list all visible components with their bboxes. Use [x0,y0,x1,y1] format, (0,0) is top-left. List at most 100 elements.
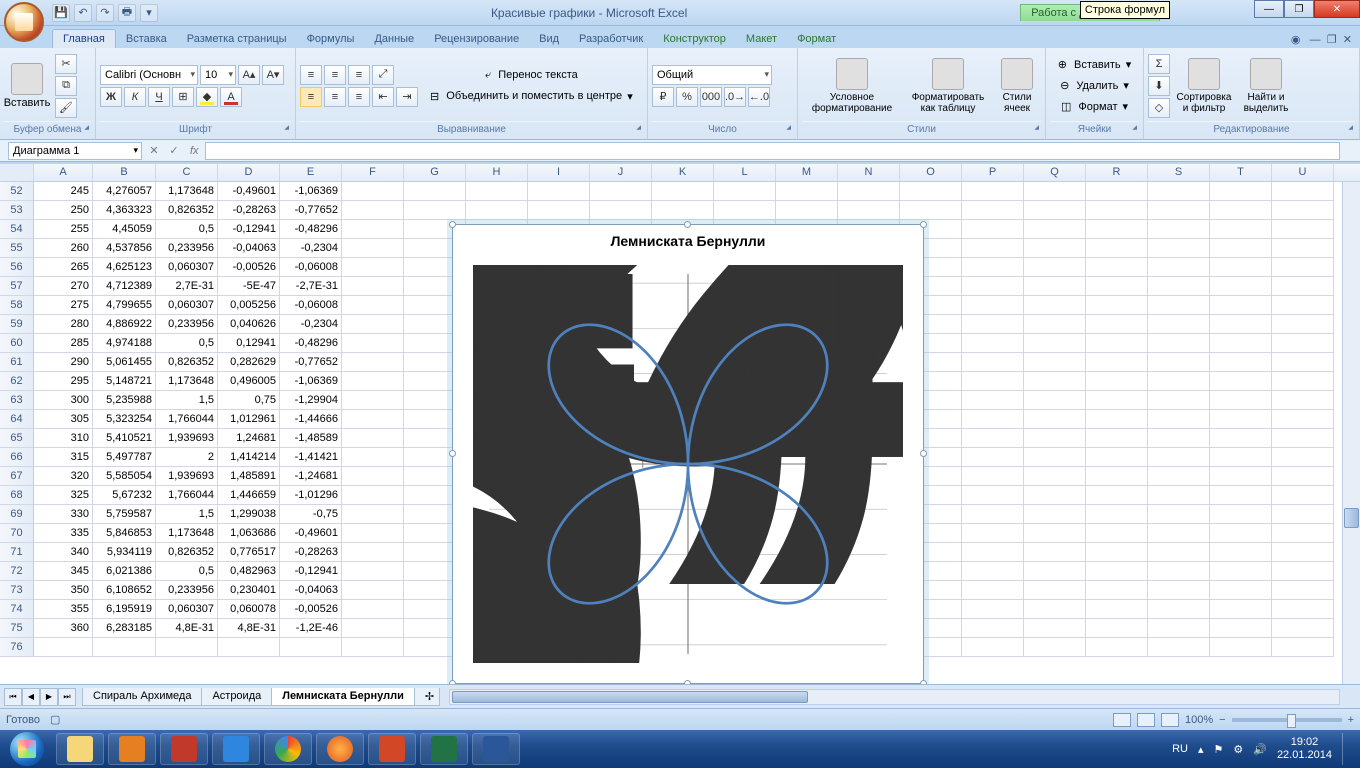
decrease-font-icon[interactable]: A▾ [262,65,284,85]
cell-C73[interactable]: 0,233956 [156,581,218,600]
cell-Q56[interactable] [1024,258,1086,277]
cell-E65[interactable]: -1,48589 [280,429,342,448]
cell-S57[interactable] [1148,277,1210,296]
cell-B67[interactable]: 5,585054 [93,467,156,486]
cell-C61[interactable]: 0,826352 [156,353,218,372]
align-bottom-icon[interactable]: ≡ [348,65,370,85]
cell-T67[interactable] [1210,467,1272,486]
cell-F71[interactable] [342,543,404,562]
qat-more-icon[interactable]: ▾ [140,4,158,22]
cell-P72[interactable] [962,562,1024,581]
zoom-slider[interactable] [1232,718,1342,722]
cell-F66[interactable] [342,448,404,467]
cell-F75[interactable] [342,619,404,638]
col-header-R[interactable]: R [1086,164,1148,181]
cell-C65[interactable]: 1,939693 [156,429,218,448]
cell-C55[interactable]: 0,233956 [156,239,218,258]
cell-R68[interactable] [1086,486,1148,505]
cell-E60[interactable]: -0,48296 [280,334,342,353]
cell-F57[interactable] [342,277,404,296]
vertical-scrollbar[interactable] [1342,182,1360,684]
tray-show-hidden-icon[interactable]: ▴ [1198,743,1204,756]
row-header-73[interactable]: 73 [0,581,34,600]
cell-P74[interactable] [962,600,1024,619]
col-header-U[interactable]: U [1272,164,1334,181]
cell-P65[interactable] [962,429,1024,448]
currency-icon[interactable]: ₽ [652,87,674,107]
cell-A53[interactable]: 250 [34,201,93,220]
cell-F74[interactable] [342,600,404,619]
cell-P55[interactable] [962,239,1024,258]
close-button[interactable]: ✕ [1314,0,1360,18]
cell-A70[interactable]: 335 [34,524,93,543]
row-header-72[interactable]: 72 [0,562,34,581]
cell-C69[interactable]: 1,5 [156,505,218,524]
cell-U68[interactable] [1272,486,1334,505]
cell-R76[interactable] [1086,638,1148,657]
row-header-56[interactable]: 56 [0,258,34,277]
cell-T73[interactable] [1210,581,1272,600]
cell-S69[interactable] [1148,505,1210,524]
cell-B60[interactable]: 4,974188 [93,334,156,353]
col-header-B[interactable]: B [93,164,156,181]
view-page-layout-icon[interactable] [1137,713,1155,727]
cell-S76[interactable] [1148,638,1210,657]
cell-S61[interactable] [1148,353,1210,372]
cell-E76[interactable] [280,638,342,657]
col-header-H[interactable]: H [466,164,528,181]
cell-F65[interactable] [342,429,404,448]
tab-developer[interactable]: Разработчик [569,30,653,48]
cell-U61[interactable] [1272,353,1334,372]
cell-U69[interactable] [1272,505,1334,524]
row-header-55[interactable]: 55 [0,239,34,258]
cell-T72[interactable] [1210,562,1272,581]
cell-D76[interactable] [218,638,280,657]
chart-plot-area[interactable]: -2-1,5 -1-0,5 0 0,51 1,52 2 21,510,5 -0,… [473,265,903,663]
tab-data[interactable]: Данные [364,30,424,48]
cell-A65[interactable]: 310 [34,429,93,448]
cell-P54[interactable] [962,220,1024,239]
cell-C67[interactable]: 1,939693 [156,467,218,486]
macro-record-icon[interactable]: ▢ [50,713,60,726]
cell-C58[interactable]: 0,060307 [156,296,218,315]
cell-C60[interactable]: 0,5 [156,334,218,353]
cell-E66[interactable]: -1,41421 [280,448,342,467]
cell-S65[interactable] [1148,429,1210,448]
tab-formulas[interactable]: Формулы [297,30,365,48]
cell-K53[interactable] [652,201,714,220]
zoom-in-icon[interactable]: + [1348,714,1354,726]
tab-review[interactable]: Рецензирование [424,30,529,48]
row-header-71[interactable]: 71 [0,543,34,562]
cell-A57[interactable]: 270 [34,277,93,296]
cell-D53[interactable]: -0,28263 [218,201,280,220]
cell-E63[interactable]: -1,29904 [280,391,342,410]
cell-P59[interactable] [962,315,1024,334]
cell-C70[interactable]: 1,173648 [156,524,218,543]
cell-U65[interactable] [1272,429,1334,448]
cell-T71[interactable] [1210,543,1272,562]
cell-R59[interactable] [1086,315,1148,334]
cell-C66[interactable]: 2 [156,448,218,467]
cell-F52[interactable] [342,182,404,201]
cell-B75[interactable]: 6,283185 [93,619,156,638]
cell-T54[interactable] [1210,220,1272,239]
row-header-76[interactable]: 76 [0,638,34,657]
cell-F55[interactable] [342,239,404,258]
cell-Q52[interactable] [1024,182,1086,201]
taskbar-wmp[interactable] [108,733,156,765]
cell-F76[interactable] [342,638,404,657]
horizontal-scrollbar[interactable] [449,689,1340,705]
cell-P73[interactable] [962,581,1024,600]
cell-R60[interactable] [1086,334,1148,353]
cell-R53[interactable] [1086,201,1148,220]
cell-R61[interactable] [1086,353,1148,372]
cell-H52[interactable] [466,182,528,201]
taskbar-ie[interactable] [212,733,260,765]
cell-U71[interactable] [1272,543,1334,562]
cell-A52[interactable]: 245 [34,182,93,201]
cell-D72[interactable]: 0,482963 [218,562,280,581]
row-header-59[interactable]: 59 [0,315,34,334]
cell-U60[interactable] [1272,334,1334,353]
cell-A72[interactable]: 345 [34,562,93,581]
cell-D69[interactable]: 1,299038 [218,505,280,524]
